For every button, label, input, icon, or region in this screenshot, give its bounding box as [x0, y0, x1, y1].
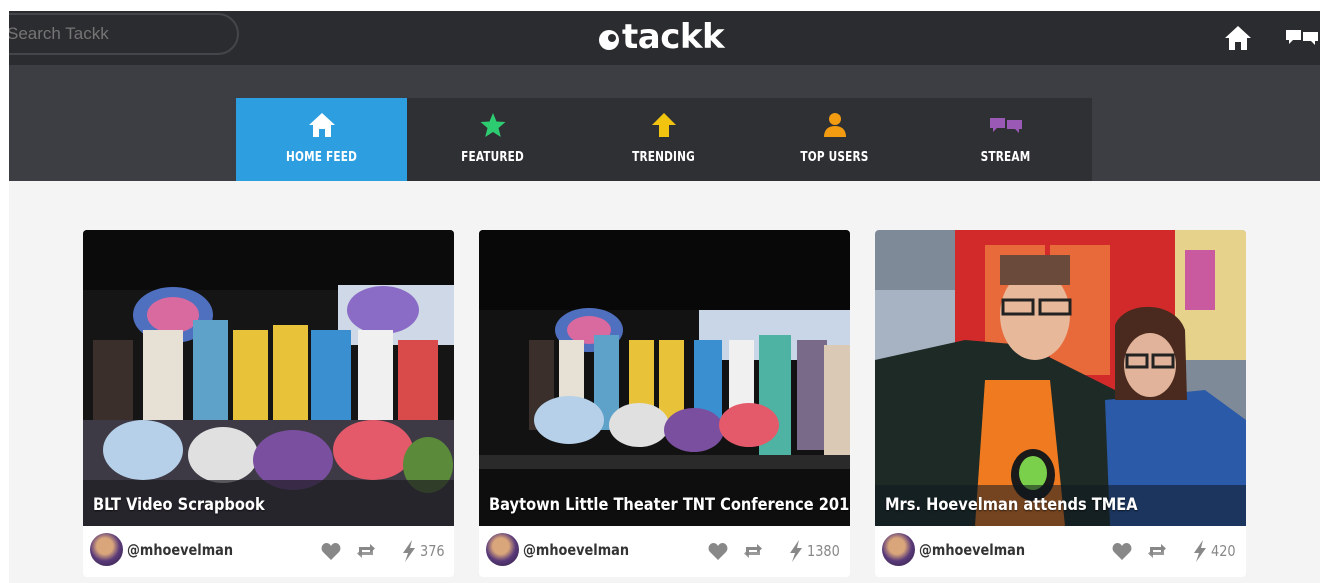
- lightning-icon: [1194, 540, 1206, 562]
- view-count: 420: [1211, 542, 1236, 560]
- card-username[interactable]: @mhoevelman: [127, 541, 233, 559]
- retack-icon[interactable]: [742, 541, 764, 561]
- tab-label: FEATURED: [461, 150, 524, 165]
- card-footer: @mhoevelman 1380: [479, 526, 850, 577]
- tackk-card[interactable]: Mrs. Hoevelman attends TMEA @mhoevelman …: [875, 230, 1246, 577]
- avatar[interactable]: [90, 533, 123, 566]
- card-footer: @mhoevelman 420: [875, 526, 1246, 577]
- chat-bubbles-icon: [989, 118, 1022, 133]
- card-username[interactable]: @mhoevelman: [919, 541, 1025, 559]
- view-count: 1380: [807, 542, 840, 560]
- tab-trending[interactable]: TRENDING: [578, 98, 749, 181]
- search-input[interactable]: [9, 13, 239, 55]
- tab-top-users[interactable]: TOP USERS: [749, 98, 920, 181]
- card-footer: @mhoevelman 376: [83, 526, 454, 577]
- card-photo[interactable]: [83, 230, 454, 526]
- tackk-card[interactable]: Baytown Little Theater TNT Conference 20…: [479, 230, 850, 577]
- arrow-up-icon: [651, 113, 676, 137]
- chat-bubbles-icon[interactable]: [1285, 28, 1319, 48]
- heart-icon[interactable]: [321, 543, 341, 560]
- tackk-card[interactable]: BLT Video Scrapbook @mhoevelman 376: [83, 230, 454, 577]
- tab-label: STREAM: [980, 150, 1031, 165]
- home-icon[interactable]: [1224, 25, 1252, 51]
- user-icon: [823, 113, 846, 137]
- tab-featured[interactable]: FEATURED: [407, 98, 578, 181]
- card-title[interactable]: Mrs. Hoevelman attends TMEA: [885, 495, 1138, 515]
- card-photo[interactable]: [875, 230, 1246, 526]
- logo-text: tackk: [622, 17, 725, 57]
- tab-label: HOME FEED: [285, 150, 358, 165]
- avatar[interactable]: [486, 533, 519, 566]
- retack-icon[interactable]: [1146, 541, 1168, 561]
- logo-mark-icon: [599, 30, 619, 50]
- avatar[interactable]: [882, 533, 915, 566]
- star-icon: [480, 113, 505, 137]
- card-title[interactable]: Baytown Little Theater TNT Conference 20…: [489, 495, 850, 515]
- lightning-icon: [403, 540, 415, 562]
- heart-icon[interactable]: [708, 543, 728, 560]
- tab-label: TRENDING: [632, 150, 695, 165]
- card-title[interactable]: BLT Video Scrapbook: [93, 495, 265, 515]
- card-username[interactable]: @mhoevelman: [523, 541, 629, 559]
- retack-icon[interactable]: [355, 541, 377, 561]
- logo[interactable]: tackk: [599, 17, 725, 57]
- nav-band: HOME FEED FEATURED TRENDING TOP USERS ST…: [9, 65, 1320, 181]
- page: tackk HOME FEED FEATURED: [9, 11, 1320, 583]
- lightning-icon: [790, 540, 802, 562]
- tab-home-feed[interactable]: HOME FEED: [236, 98, 407, 181]
- view-count: 376: [420, 542, 445, 560]
- tab-label: TOP USERS: [800, 150, 869, 165]
- heart-icon[interactable]: [1112, 543, 1132, 560]
- home-icon: [308, 113, 335, 137]
- card-photo[interactable]: [479, 230, 850, 526]
- top-bar: tackk: [9, 11, 1320, 65]
- tab-stream[interactable]: STREAM: [920, 98, 1091, 181]
- tab-bar: HOME FEED FEATURED TRENDING TOP USERS ST…: [236, 98, 1092, 181]
